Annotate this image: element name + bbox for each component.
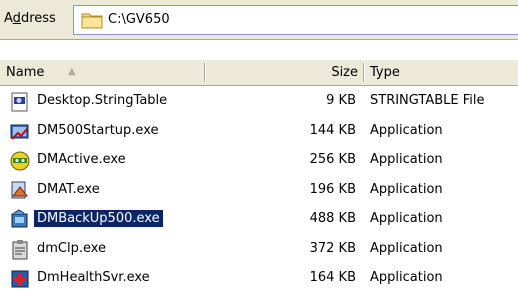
address-bar: Address C:\GV650 <box>0 0 518 40</box>
file-row[interactable]: DM500Startup.exe 144 KB Application <box>0 118 518 147</box>
file-name[interactable]: dmClp.exe <box>34 240 109 257</box>
file-type: STRINGTABLE File <box>370 93 485 108</box>
address-field[interactable]: C:\GV650 <box>73 5 518 35</box>
file-size: 372 KB <box>309 240 356 256</box>
column-header-size[interactable]: Size <box>205 60 364 85</box>
address-label: Address <box>4 11 56 26</box>
file-row[interactable]: DMAT.exe 196 KB Application <box>0 177 518 206</box>
address-value: C:\GV650 <box>108 12 170 27</box>
file-name[interactable]: DMActive.exe <box>34 151 129 168</box>
stringtable-file-icon <box>11 92 28 112</box>
file-size: 196 KB <box>309 181 356 197</box>
active-app-icon <box>10 151 30 171</box>
column-header-type[interactable]: Type <box>364 60 518 85</box>
file-type: Application <box>370 270 443 285</box>
file-row[interactable]: DMActive.exe 256 KB Application <box>0 147 518 176</box>
file-row[interactable]: Desktop.StringTable 9 KB STRINGTABLE File <box>0 88 518 117</box>
folder-icon <box>81 13 103 29</box>
file-size: 256 KB <box>309 152 356 167</box>
file-size: 164 KB <box>309 270 356 285</box>
file-name[interactable]: DMAT.exe <box>34 181 103 198</box>
file-name[interactable]: DMBackUp500.exe <box>34 210 163 227</box>
health-server-app-icon <box>11 270 29 288</box>
file-type: Application <box>370 211 443 226</box>
file-type: Application <box>370 152 443 167</box>
file-type: Application <box>370 240 443 256</box>
clipboard-app-icon <box>12 239 28 259</box>
column-header: Name ▲ Size Type <box>0 60 518 86</box>
file-row[interactable]: DmHealthSvr.exe 164 KB Application <box>0 265 518 294</box>
file-name[interactable]: Desktop.StringTable <box>34 92 170 109</box>
backup-app-icon <box>11 209 28 228</box>
column-header-name[interactable]: Name ▲ <box>0 60 205 85</box>
file-type: Application <box>370 122 443 138</box>
file-name[interactable]: DM500Startup.exe <box>34 122 161 139</box>
sort-ascending-icon: ▲ <box>68 66 76 77</box>
file-row[interactable]: DMBackUp500.exe 488 KB Application <box>0 206 518 235</box>
file-size: 488 KB <box>309 211 356 226</box>
dmat-app-icon <box>11 181 29 198</box>
file-size: 9 KB <box>326 93 356 108</box>
file-type: Application <box>370 181 443 197</box>
file-row[interactable]: dmClp.exe 372 KB Application <box>0 236 518 265</box>
file-size: 144 KB <box>309 122 356 138</box>
file-name[interactable]: DmHealthSvr.exe <box>34 269 153 286</box>
startup-app-icon <box>10 124 29 140</box>
